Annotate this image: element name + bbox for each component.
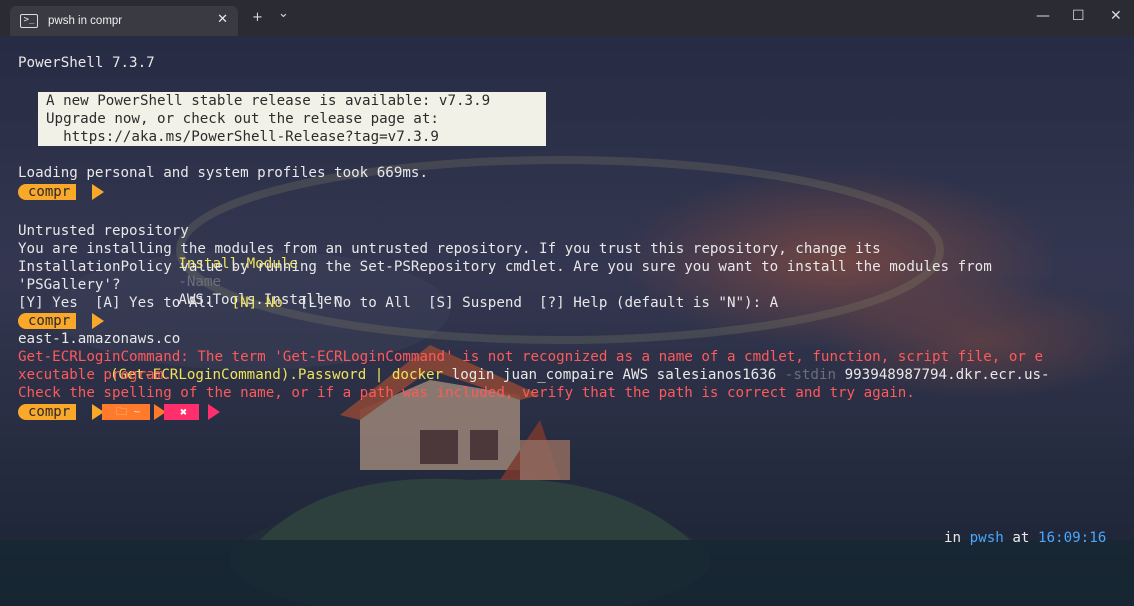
prompt-arrow-icon <box>92 313 104 329</box>
untrusted-line: You are installing the modules from an u… <box>18 241 881 257</box>
prompt-line-install: compr Install-Module -Name AWS.Tools.Ins… <box>18 183 341 308</box>
powershell-icon: >_ <box>20 14 38 28</box>
tab-title: pwsh in compr <box>48 15 123 27</box>
untrusted-header: Untrusted repository <box>18 223 189 239</box>
notice-line: A new PowerShell stable release is avail… <box>46 93 491 109</box>
rprompt-in: in <box>944 530 970 546</box>
terminal-window: >_ pwsh in compr ✕ + ⌄ — ☐ ✕ PowerShell … <box>0 0 1134 606</box>
version-line: PowerShell 7.3.7 <box>18 55 155 71</box>
choice-rest: [L] No to All [S] Suspend [?] Help (defa… <box>282 295 779 311</box>
param-stdin: -stdin <box>784 367 837 383</box>
prompt-segment-compr: compr <box>18 184 77 200</box>
cmd-part: 993948987794.dkr.ecr.us- <box>836 367 1050 383</box>
notice-line: Upgrade now, or check out the release pa… <box>46 111 439 127</box>
error-line: xecutable program. <box>18 367 172 383</box>
prompt-line-current: compr 🗀 ~ ✖ in pwsh at 16:09:16 <box>18 403 1118 546</box>
minimize-button[interactable]: — <box>1036 8 1050 24</box>
prompt-arrow-icon <box>92 184 104 200</box>
update-notice: A new PowerShell stable release is avail… <box>38 92 546 146</box>
rprompt-at: at <box>1003 530 1038 546</box>
prompt-segment-compr: compr <box>18 404 77 420</box>
cmd-part: login juan_compaire AWS salesianos1636 <box>443 367 785 383</box>
maximize-button[interactable]: ☐ <box>1072 8 1085 24</box>
choice-yes-all: [A] Yes to All <box>94 295 232 311</box>
choice-yes: [Y] Yes <box>18 295 95 311</box>
title-bar: >_ pwsh in compr ✕ + ⌄ — ☐ ✕ <box>0 0 1134 36</box>
error-line: Get-ECRLoginCommand: The term 'Get-ECRLo… <box>18 349 1043 365</box>
prompt-segment-compr: compr <box>18 313 77 329</box>
profile-load-line: Loading personal and system profiles too… <box>18 165 428 181</box>
untrusted-line: 'PSGallery'? <box>18 277 121 293</box>
close-window-button[interactable]: ✕ <box>1110 8 1122 24</box>
untrusted-line: InstallationPolicy value by running the … <box>18 259 992 275</box>
error-status-icon: ✖ <box>164 404 200 420</box>
tab-pwsh[interactable]: >_ pwsh in compr ✕ <box>10 6 238 36</box>
notice-line: https://aka.ms/PowerShell-Release?tag=v7… <box>46 129 439 145</box>
new-tab-button[interactable]: + <box>252 10 263 25</box>
rprompt-time: 16:09:16 <box>1037 530 1107 546</box>
status-arrow-icon <box>208 404 220 420</box>
cmd-docker: docker <box>391 367 444 383</box>
error-line: Check the spelling of the name, or if a … <box>18 385 915 401</box>
param-name: -Name <box>178 274 222 290</box>
choice-line: [Y] Yes [A] Yes to All [N] No [L] No to … <box>18 294 778 312</box>
close-tab-icon[interactable]: ✕ <box>217 12 228 27</box>
prompt-line-docker: compr (Get-ECRLoginCommand).Password | d… <box>18 312 1050 383</box>
rprompt-shell: pwsh <box>969 530 1004 546</box>
choice-no-default: [N] No <box>231 295 283 311</box>
tab-dropdown-button[interactable]: ⌄ <box>278 6 289 21</box>
path-segment: 🗀 ~ <box>102 404 151 420</box>
cmd-wrap-line: east-1.amazonaws.co <box>18 331 181 347</box>
